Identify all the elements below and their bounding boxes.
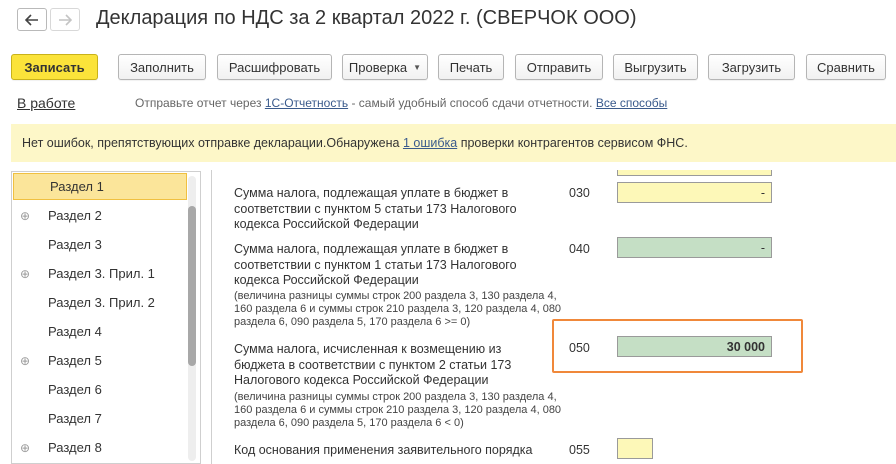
sections-sidebar: Раздел 1 ⊕ Раздел 2 Раздел 3 ⊕ Раздел 3.… xyxy=(11,171,201,464)
sidebar-item-label: Раздел 2 xyxy=(48,208,102,223)
row-040-field[interactable]: - xyxy=(617,237,772,258)
sidebar-item-section-3[interactable]: Раздел 3 xyxy=(12,230,190,259)
import-button[interactable]: Загрузить xyxy=(708,54,795,80)
sidebar-item-section-3-app-1[interactable]: ⊕ Раздел 3. Прил. 1 xyxy=(12,259,190,288)
row-040-label: Сумма налога, подлежащая уплате в бюджет… xyxy=(234,242,517,287)
sidebar-item-label: Раздел 6 xyxy=(48,382,102,397)
info-message: Нет ошибок, препятствующих отправке декл… xyxy=(22,136,688,150)
compare-button[interactable]: Сравнить xyxy=(806,54,886,80)
row-055-field[interactable] xyxy=(617,438,653,459)
print-button[interactable]: Печать xyxy=(438,54,504,80)
sidebar-scrollbar[interactable] xyxy=(188,176,196,461)
sidebar-item-section-8[interactable]: ⊕ Раздел 8 xyxy=(12,433,190,462)
sidebar-scroll-thumb[interactable] xyxy=(188,206,196,366)
sidebar-item-label: Раздел 3. Прил. 1 xyxy=(48,266,155,281)
triangle-down-icon: ▼ xyxy=(413,62,422,72)
declaration-form: Сумма налога, подлежащая уплате в бюджет… xyxy=(212,170,896,464)
send-notice: Отправьте отчет через 1С-Отчетность - са… xyxy=(135,96,667,110)
arrow-left-icon xyxy=(25,13,38,26)
sidebar-item-section-6[interactable]: Раздел 6 xyxy=(12,375,190,404)
sidebar-item-section-4[interactable]: Раздел 4 xyxy=(12,317,190,346)
notice-1c-reporting-link[interactable]: 1С-Отчетность xyxy=(265,96,348,110)
forward-button[interactable] xyxy=(50,8,80,31)
row-055-code: 055 xyxy=(569,443,590,457)
field-previous[interactable] xyxy=(617,170,772,176)
row-050-field[interactable]: 30 000 xyxy=(617,336,772,357)
row-055-label: Код основания применения заявительного п… xyxy=(234,443,533,457)
plus-circle-icon[interactable]: ⊕ xyxy=(12,441,48,455)
page-title: Декларация по НДС за 2 квартал 2022 г. (… xyxy=(96,7,637,29)
row-050-note: (величина разницы суммы строк 200 раздел… xyxy=(234,391,562,429)
row-050-code: 050 xyxy=(569,341,590,355)
sidebar-item-label: Раздел 5 xyxy=(48,353,102,368)
row-050-label: Сумма налога, исчисленная к возмещению и… xyxy=(234,342,512,387)
sidebar-item-label: Раздел 3 xyxy=(48,237,102,252)
info-suffix: проверки контрагентов сервисом ФНС. xyxy=(460,136,688,150)
arrow-right-icon xyxy=(59,13,72,26)
sidebar-item-label: Раздел 1 xyxy=(50,179,104,194)
row-030-code: 030 xyxy=(569,186,590,200)
back-button[interactable] xyxy=(17,8,47,31)
decode-button[interactable]: Расшифровать xyxy=(217,54,332,80)
sidebar-item-section-2[interactable]: ⊕ Раздел 2 xyxy=(12,201,190,230)
status-link[interactable]: В работе xyxy=(17,95,75,111)
sidebar-item-section-1[interactable]: Раздел 1 xyxy=(13,173,187,200)
sidebar-item-label: Раздел 8 xyxy=(48,440,102,455)
sidebar-item-label: Раздел 7 xyxy=(48,411,102,426)
export-button[interactable]: Выгрузить xyxy=(613,54,698,80)
plus-circle-icon[interactable]: ⊕ xyxy=(12,267,48,281)
notice-middle: - самый удобный способ сдачи отчетности. xyxy=(351,96,593,110)
sidebar-item-label: Раздел 4 xyxy=(48,324,102,339)
sidebar-item-section-7[interactable]: Раздел 7 xyxy=(12,404,190,433)
toolbar: Записать Заполнить Расшифровать Проверка… xyxy=(11,54,896,80)
sidebar-item-label: Раздел 3. Прил. 2 xyxy=(48,295,155,310)
row-040-code: 040 xyxy=(569,242,590,256)
row-030-label: Сумма налога, подлежащая уплате в бюджет… xyxy=(234,186,517,231)
fill-button[interactable]: Заполнить xyxy=(118,54,206,80)
error-count-link[interactable]: 1 ошибка xyxy=(403,136,457,150)
check-button-label: Проверка xyxy=(348,59,408,75)
row-030-field[interactable]: - xyxy=(617,182,772,203)
sidebar-item-section-5[interactable]: ⊕ Раздел 5 xyxy=(12,346,190,375)
info-prefix: Нет ошибок, препятствующих отправке декл… xyxy=(22,136,400,150)
plus-circle-icon[interactable]: ⊕ xyxy=(12,354,48,368)
row-040-note: (величина разницы суммы строк 200 раздел… xyxy=(234,290,562,328)
plus-circle-icon[interactable]: ⊕ xyxy=(12,209,48,223)
info-bar: Нет ошибок, препятствующих отправке декл… xyxy=(11,124,896,162)
all-methods-link[interactable]: Все способы xyxy=(596,96,668,110)
sidebar-item-section-3-app-2[interactable]: Раздел 3. Прил. 2 xyxy=(12,288,190,317)
save-button[interactable]: Записать xyxy=(11,54,98,80)
send-button[interactable]: Отправить xyxy=(515,54,603,80)
check-dropdown-button[interactable]: Проверка ▼ xyxy=(342,54,428,80)
notice-prefix: Отправьте отчет через xyxy=(135,96,262,110)
